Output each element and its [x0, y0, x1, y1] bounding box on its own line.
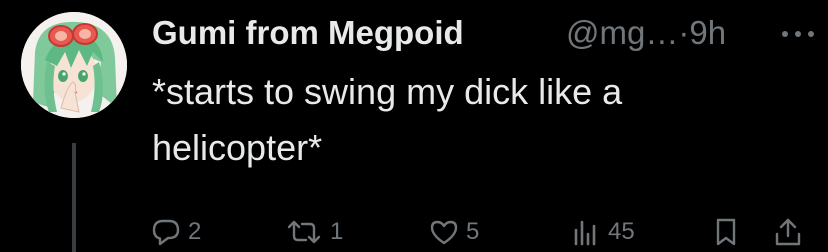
tweet[interactable]: Gumi from Megpoid @mg…·9h *starts to swi…	[0, 0, 828, 252]
display-name[interactable]: Gumi from Megpoid	[152, 12, 464, 54]
anime-character-avatar-icon	[21, 12, 127, 118]
share-icon	[772, 216, 804, 248]
like-icon	[428, 216, 460, 248]
reply-count: 2	[188, 218, 202, 245]
more-horizontal-icon[interactable]	[776, 24, 820, 44]
timestamp[interactable]: 9h	[689, 14, 726, 51]
tweet-text: *starts to swing my dick like a helicopt…	[152, 71, 623, 168]
reply-icon	[150, 216, 182, 248]
separator-dot: ·	[678, 14, 690, 51]
like-count: 5	[466, 218, 480, 245]
views-button[interactable]: 45	[570, 216, 635, 248]
views-count: 45	[608, 218, 635, 245]
action-bar: 2 1 5 45	[150, 216, 810, 248]
share-button[interactable]	[772, 216, 804, 248]
views-icon	[570, 216, 602, 248]
bookmark-button[interactable]	[710, 216, 742, 248]
reply-button[interactable]: 2	[150, 216, 201, 248]
handle-and-time: @mg…·9h	[566, 12, 726, 54]
tweet-header: Gumi from Megpoid @mg…·9h	[152, 12, 822, 56]
avatar[interactable]	[21, 12, 127, 118]
like-button[interactable]: 5	[428, 216, 479, 248]
repost-count: 1	[330, 218, 344, 245]
repost-icon	[284, 216, 324, 248]
handle[interactable]: @mg…	[566, 14, 678, 51]
thread-line	[72, 143, 76, 252]
bookmark-icon	[710, 216, 742, 248]
repost-button[interactable]: 1	[284, 216, 343, 248]
